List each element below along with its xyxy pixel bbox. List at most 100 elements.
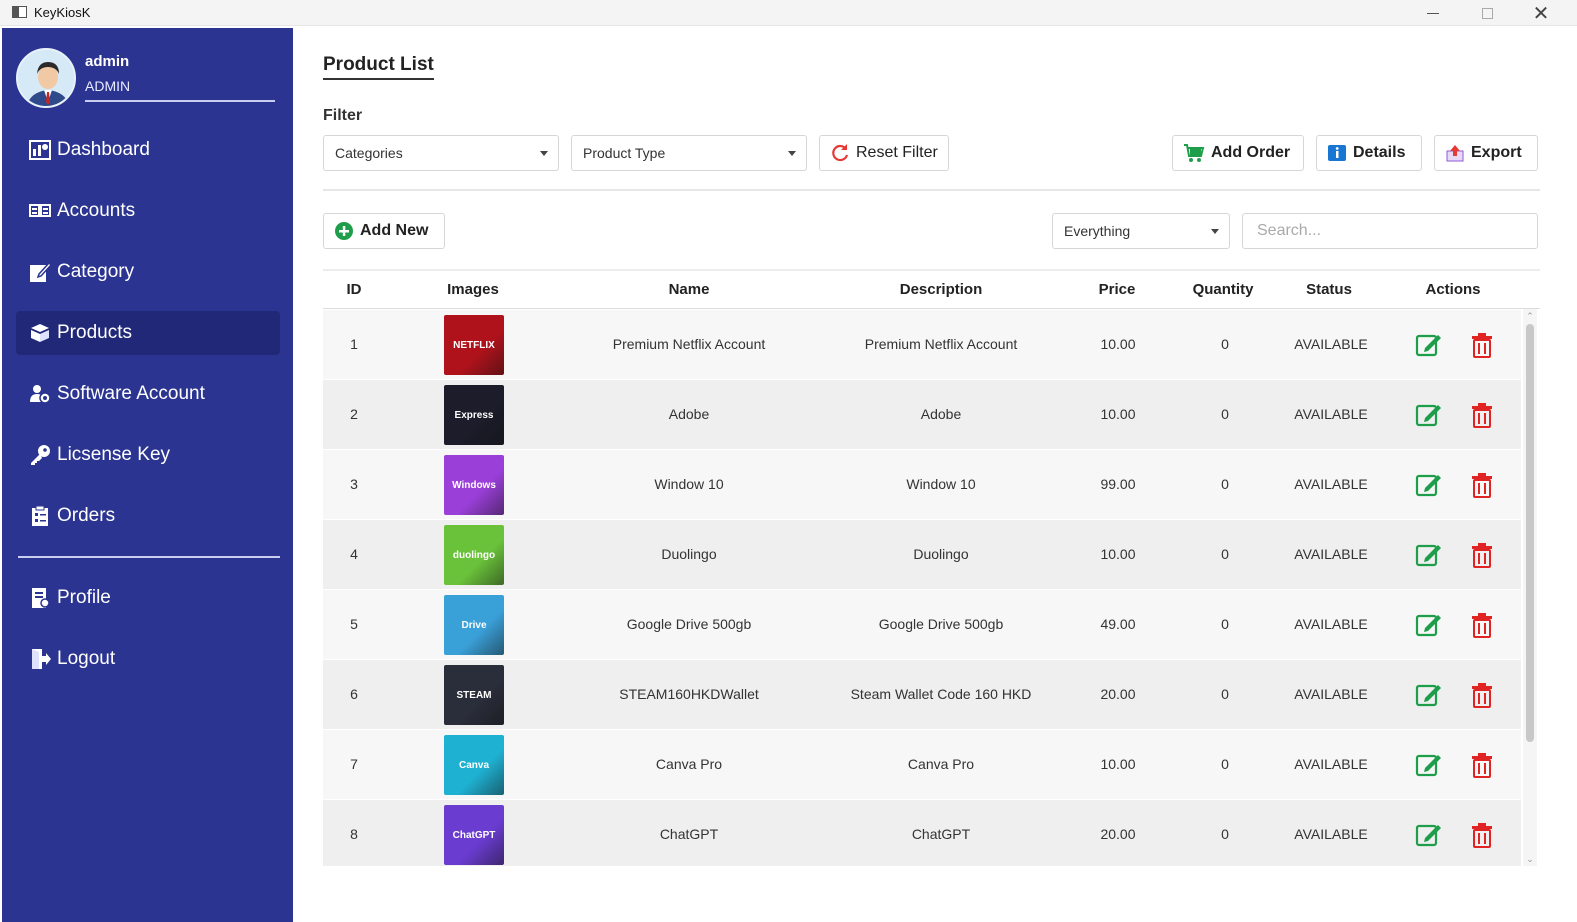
delete-button[interactable] [1467,470,1497,500]
edit-icon [1415,474,1441,497]
column-header-actions[interactable]: Actions [1413,281,1493,298]
table-row[interactable]: 2 Express Adobe Adobe 10.00 0 AVAILABLE [323,380,1521,450]
edit-button[interactable] [1414,330,1444,360]
maximize-icon [1481,7,1493,19]
edit-icon [1415,614,1441,637]
user-divider [85,100,275,102]
scroll-up-icon[interactable]: ⌃ [1524,311,1536,321]
product-type-select-value: Product Type [583,145,666,161]
table-row[interactable]: 6 STEAM STEAM160HKDWallet Steam Wallet Code… [323,660,1521,730]
cell-name: Duolingo [661,546,717,562]
product-image-caption: Canva [458,759,489,771]
cell-status: AVAILABLE [1294,546,1368,562]
delete-button[interactable] [1467,750,1497,780]
sidebar-item-license-key[interactable]: Licsense Key [16,433,280,477]
trash-icon [1472,683,1492,708]
details-label: Details [1353,144,1406,161]
cell-price: 10.00 [1100,336,1136,352]
details-button[interactable]: Details [1316,135,1422,171]
delete-button[interactable] [1467,400,1497,430]
reset-filter-button[interactable]: Reset Filter [819,135,949,171]
sidebar-item-accounts[interactable]: Accounts [16,189,280,233]
edit-icon [1415,684,1441,707]
cell-name: Window 10 [654,476,724,492]
edit-button[interactable] [1414,400,1444,430]
scrollbar-thumb[interactable] [1526,324,1534,742]
product-image: duolingo [444,525,504,585]
trash-icon [1472,403,1492,428]
column-header-status[interactable]: Status [1293,281,1365,298]
delete-button[interactable] [1467,330,1497,360]
add-new-button[interactable]: Add New [323,213,445,249]
accounts-icon [28,199,52,223]
close-button[interactable]: ✕ [1518,1,1564,25]
sidebar-item-label: Products [57,322,132,343]
cell-name: Adobe [668,406,710,422]
edit-button[interactable] [1414,820,1444,850]
edit-button[interactable] [1414,610,1444,640]
cell-status: AVAILABLE [1294,616,1368,632]
cart-icon [1183,143,1205,163]
user-role: ADMIN [85,78,131,94]
column-header-description[interactable]: Description [881,281,1001,298]
chevron-down-icon [788,151,796,156]
product-image: STEAM [444,665,504,725]
cell-id: 6 [350,686,358,702]
cell-quantity: 0 [1221,336,1229,352]
edit-button[interactable] [1414,540,1444,570]
add-new-label: Add New [360,222,429,239]
product-image-caption: Windows [452,479,496,491]
column-header-name[interactable]: Name [639,281,739,298]
edit-button[interactable] [1414,750,1444,780]
sidebar-item-profile[interactable]: Profile [16,576,280,620]
trash-icon [1472,613,1492,638]
cell-quantity: 0 [1221,686,1229,702]
delete-button[interactable] [1467,540,1497,570]
cell-id: 4 [350,546,358,562]
sidebar-item-label: Accounts [57,200,136,221]
sidebar-item-dashboard[interactable]: Dashboard [16,128,280,172]
sidebar-divider [18,556,280,558]
dashboard-icon [28,138,52,162]
cell-description: Window 10 [906,476,976,492]
cell-quantity: 0 [1221,406,1229,422]
delete-button[interactable] [1467,680,1497,710]
table-row[interactable]: 1 NETFLIX Premium Netflix Account Premium N… [323,310,1521,380]
cell-id: 7 [350,756,358,772]
table-row[interactable]: 3 Windows Window 10 Window 10 99.00 0 AVAILABL… [323,450,1521,520]
table-row[interactable]: 8 ChatGPT ChatGPT ChatGPT 20.00 0 AVAILABLE [323,800,1521,866]
search-scope-select[interactable]: Everything [1052,213,1230,249]
add-order-button[interactable]: Add Order [1172,135,1304,171]
export-button[interactable]: Export [1434,135,1538,171]
edit-icon [1415,544,1441,567]
product-type-select[interactable]: Product Type [571,135,807,171]
delete-button[interactable] [1467,820,1497,850]
edit-button[interactable] [1414,470,1444,500]
product-image-caption: STEAM [456,689,492,701]
minimize-button[interactable] [1410,1,1456,25]
column-header-quantity[interactable]: Quantity [1179,281,1267,298]
table-row[interactable]: 7 Canva Canva Pro Canva Pro 10.00 0 AVAILABLE [323,730,1521,800]
search-input[interactable] [1242,213,1538,249]
sidebar-item-software-account[interactable]: Software Account [16,372,280,416]
column-header-id[interactable]: ID [339,281,369,298]
sidebar-item-products[interactable]: Products [16,311,280,355]
category-icon [28,260,52,284]
cell-quantity: 0 [1221,476,1229,492]
table-row[interactable]: 5 Drive Google Drive 500gb Google Drive 500… [323,590,1521,660]
delete-button[interactable] [1467,610,1497,640]
sidebar-item-logout[interactable]: Logout [16,637,280,681]
maximize-button[interactable] [1464,1,1510,25]
avatar[interactable] [16,48,76,108]
sidebar: admin ADMIN Dashboard Accounts Category … [2,28,293,922]
categories-select[interactable]: Categories [323,135,559,171]
column-header-images[interactable]: Images [433,281,513,298]
column-header-price[interactable]: Price [1087,281,1147,298]
sidebar-item-orders[interactable]: Orders [16,494,280,538]
scroll-down-icon[interactable]: ⌄ [1524,854,1536,864]
sidebar-item-category[interactable]: Category [16,250,280,294]
user-avatar-icon [18,50,74,106]
edit-button[interactable] [1414,680,1444,710]
cell-status: AVAILABLE [1294,756,1368,772]
table-row[interactable]: 4 duolingo Duolingo Duolingo 10.00 0 AVAILABLE [323,520,1521,590]
